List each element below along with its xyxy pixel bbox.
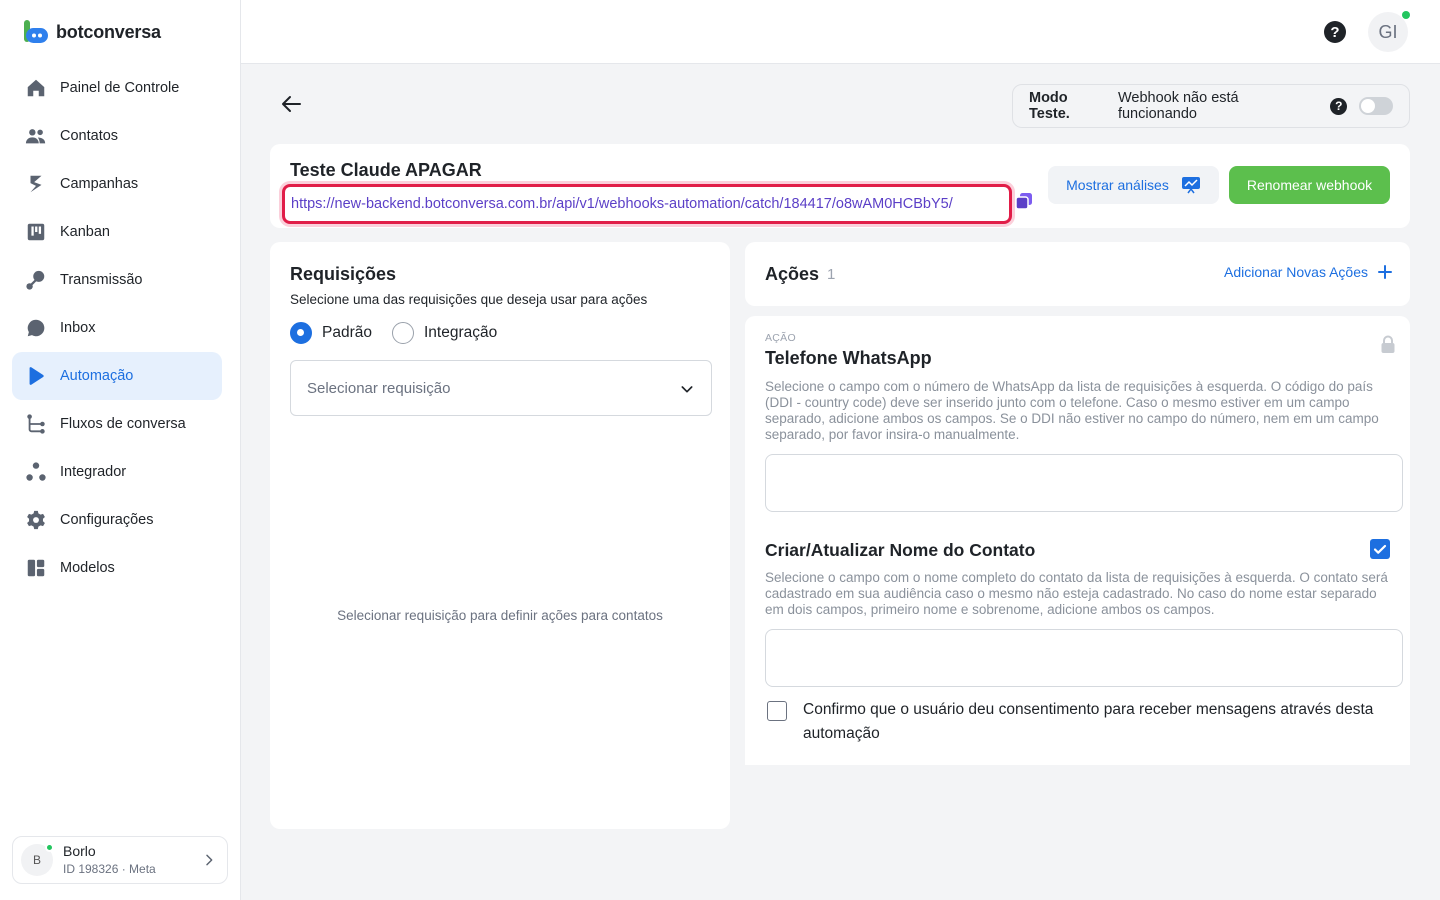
help-icon[interactable]: ? (1330, 97, 1348, 115)
radio-padrao[interactable] (290, 322, 312, 344)
home-icon (24, 76, 48, 100)
account-switcher[interactable]: B Borlo ID 198326 · Meta (12, 836, 228, 884)
webhook-title: Teste Claude APAGAR (290, 160, 482, 180)
account-avatar: B (21, 843, 54, 876)
sidebar-item-campanhas[interactable]: Campanhas (12, 160, 222, 208)
user-avatar[interactable]: GI (1368, 11, 1410, 52)
action-label: AÇÃO (765, 332, 796, 344)
contact-name-option-title: Criar/Atualizar Nome do Contato (765, 540, 1036, 560)
users-icon (24, 124, 48, 148)
botconversa-logo-icon (24, 20, 48, 43)
broadcast-icon (24, 268, 48, 292)
radio-integracao[interactable] (391, 322, 414, 344)
sidebar-item-label: Kanban (60, 224, 110, 240)
test-mode-toggle[interactable] (1359, 97, 1393, 115)
sidebar-item-label: Campanhas (60, 176, 139, 192)
sidebar-item-painel[interactable]: Painel de Controle (12, 64, 222, 112)
requests-title: Requisições (290, 264, 397, 284)
actions-header: Ações 1 Adicionar Novas Ações (745, 242, 1410, 306)
show-analyses-button[interactable]: Mostrar análises (1048, 166, 1219, 204)
sidebar-nav: Painel de Controle Contatos Campanhas Ka… (12, 64, 222, 592)
sidebar: botconversa Painel de Controle Contatos … (0, 0, 241, 900)
test-mode-label: Modo Teste. (1029, 90, 1070, 122)
sidebar-item-label: Fluxos de conversa (60, 416, 186, 432)
topbar: ? GI (241, 0, 1440, 64)
copy-icon[interactable] (1014, 191, 1034, 211)
sidebar-item-contatos[interactable]: Contatos (12, 112, 222, 160)
select-request-placeholder: Selecionar requisição (307, 379, 451, 397)
brand[interactable]: botconversa (24, 20, 161, 44)
radio-integracao-label[interactable]: Integração (424, 324, 497, 342)
radio-padrao-label[interactable]: Padrão (322, 324, 372, 342)
sidebar-item-fluxos[interactable]: Fluxos de conversa (12, 400, 222, 448)
consent-checkbox[interactable] (767, 701, 787, 721)
contact-name-checkbox[interactable] (1370, 539, 1390, 559)
webhook-url[interactable]: https://new-backend.botconversa.com.br/a… (282, 184, 1012, 224)
sidebar-item-modelos[interactable]: Modelos (12, 544, 222, 592)
campaign-icon (24, 172, 48, 196)
sidebar-item-automacao[interactable]: Automação (12, 352, 222, 400)
online-status-dot (45, 843, 54, 852)
user-initials: GI (1378, 21, 1398, 42)
gear-icon (24, 508, 48, 532)
sidebar-item-label: Transmissão (60, 272, 143, 288)
account-name: Borlo (63, 843, 96, 860)
select-request-dropdown[interactable]: Selecionar requisição (290, 360, 712, 416)
contact-name-description: Selecione o campo com o nome completo do… (765, 570, 1388, 617)
analytics-icon (1181, 177, 1200, 194)
sidebar-item-kanban[interactable]: Kanban (12, 208, 222, 256)
actions-title: Ações (765, 264, 820, 284)
sidebar-item-label: Painel de Controle (60, 80, 180, 96)
sidebar-item-transmissao[interactable]: Transmissão (12, 256, 222, 304)
webhook-header-card: Teste Claude APAGAR https://new-backend.… (270, 144, 1410, 228)
request-type-radios: Padrão Integração (290, 322, 507, 344)
contact-name-field-input[interactable] (765, 629, 1403, 687)
kanban-icon (24, 220, 48, 244)
show-analyses-label: Mostrar análises (1066, 177, 1169, 193)
add-actions-button[interactable]: Adicionar Novas Ações (1224, 264, 1392, 280)
sidebar-item-inbox[interactable]: Inbox (12, 304, 222, 352)
integrator-icon (24, 460, 48, 484)
actions-count: 1 (827, 266, 836, 283)
sidebar-item-label: Contatos (60, 128, 119, 144)
consent-text: Confirmo que o usuário deu consentimento… (803, 701, 1374, 742)
action-name: Telefone WhatsApp (765, 348, 932, 368)
sidebar-item-label: Automação (60, 368, 134, 384)
brand-name: botconversa (56, 21, 161, 42)
play-icon (24, 364, 48, 388)
help-icon[interactable]: ? (1324, 21, 1346, 43)
action-description: Selecione o campo com o número de WhatsA… (765, 379, 1379, 442)
chevron-right-icon (206, 854, 213, 866)
requests-empty-state: Selecionar requisição para definir ações… (337, 608, 663, 623)
plus-icon (1378, 265, 1392, 279)
sidebar-item-label: Integrador (60, 464, 127, 480)
account-info: Borlo ID 198326 · Meta (63, 843, 191, 876)
templates-icon (24, 556, 48, 580)
check-icon (1373, 544, 1387, 554)
sidebar-item-configuracoes[interactable]: Configurações (12, 496, 222, 544)
test-mode-box: Modo Teste. Webhook não está funcionando… (1012, 84, 1410, 128)
account-id: ID 198326 · Meta (63, 862, 156, 877)
sidebar-item-label: Modelos (60, 560, 115, 576)
requests-subtitle: Selecione uma das requisições que deseja… (290, 292, 648, 307)
lock-icon (1381, 335, 1395, 353)
chevron-down-icon (681, 386, 693, 393)
whatsapp-field-input[interactable] (765, 454, 1403, 512)
action-card-whatsapp: AÇÃO Telefone WhatsApp Selecione o campo… (745, 316, 1410, 765)
online-status-dot (1402, 11, 1410, 19)
chat-bubble-icon (24, 316, 48, 340)
sidebar-item-integrador[interactable]: Integrador (12, 448, 222, 496)
sidebar-item-label: Inbox (60, 320, 96, 336)
test-mode-status: Webhook não está funcionando (1117, 90, 1239, 122)
sidebar-item-label: Configurações (60, 512, 154, 528)
rename-webhook-button[interactable]: Renomear webhook (1229, 166, 1390, 204)
requests-panel: Requisições Selecione uma das requisiçõe… (270, 242, 730, 829)
add-actions-label: Adicionar Novas Ações (1224, 264, 1368, 280)
flow-icon (24, 412, 48, 436)
back-arrow-icon[interactable] (280, 92, 304, 116)
